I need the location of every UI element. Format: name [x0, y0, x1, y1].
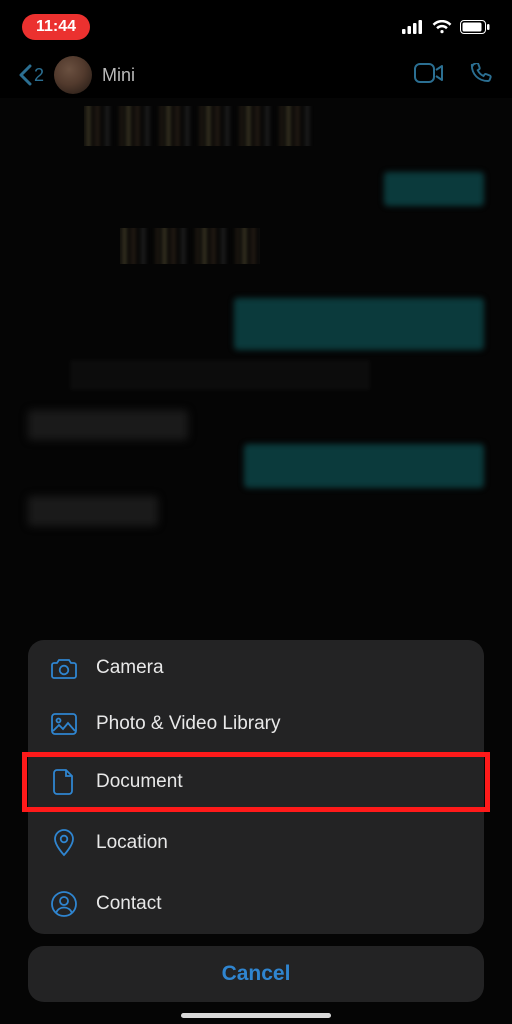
contact-name[interactable]: Mini — [102, 65, 135, 86]
menu-item-camera[interactable]: Camera — [28, 640, 484, 696]
action-sheet: Camera Photo & Video Library Document Lo… — [28, 640, 484, 1002]
back-button[interactable]: 2 — [18, 64, 44, 86]
status-right — [402, 20, 490, 34]
attachment-menu: Camera Photo & Video Library Document Lo… — [28, 640, 484, 934]
menu-item-label: Camera — [96, 657, 164, 679]
cellular-icon — [402, 20, 424, 34]
photo-library-icon — [50, 713, 78, 735]
menu-item-label: Document — [96, 771, 183, 793]
wifi-icon — [432, 20, 452, 34]
battery-icon — [460, 20, 490, 34]
document-icon — [50, 769, 78, 795]
menu-item-label: Photo & Video Library — [96, 713, 281, 735]
menu-item-document[interactable]: Document — [28, 752, 484, 812]
camera-icon — [50, 657, 78, 679]
avatar[interactable] — [54, 56, 92, 94]
voice-call-icon[interactable] — [470, 63, 494, 87]
chat-header: 2 Mini — [0, 48, 512, 102]
menu-item-location[interactable]: Location — [28, 812, 484, 874]
cancel-button[interactable]: Cancel — [28, 946, 484, 1002]
menu-item-photo-library[interactable]: Photo & Video Library — [28, 696, 484, 752]
unread-count: 2 — [34, 65, 44, 86]
status-time-recording: 11:44 — [22, 14, 90, 40]
location-icon — [50, 829, 78, 857]
menu-item-contact[interactable]: Contact — [28, 874, 484, 934]
video-call-icon[interactable] — [414, 63, 444, 83]
contact-icon — [50, 891, 78, 917]
highlight-box — [22, 752, 490, 812]
home-indicator[interactable] — [181, 1013, 331, 1018]
status-bar: 11:44 — [0, 0, 512, 48]
menu-item-label: Contact — [96, 893, 161, 915]
chevron-left-icon — [18, 64, 32, 86]
menu-item-label: Location — [96, 832, 168, 854]
